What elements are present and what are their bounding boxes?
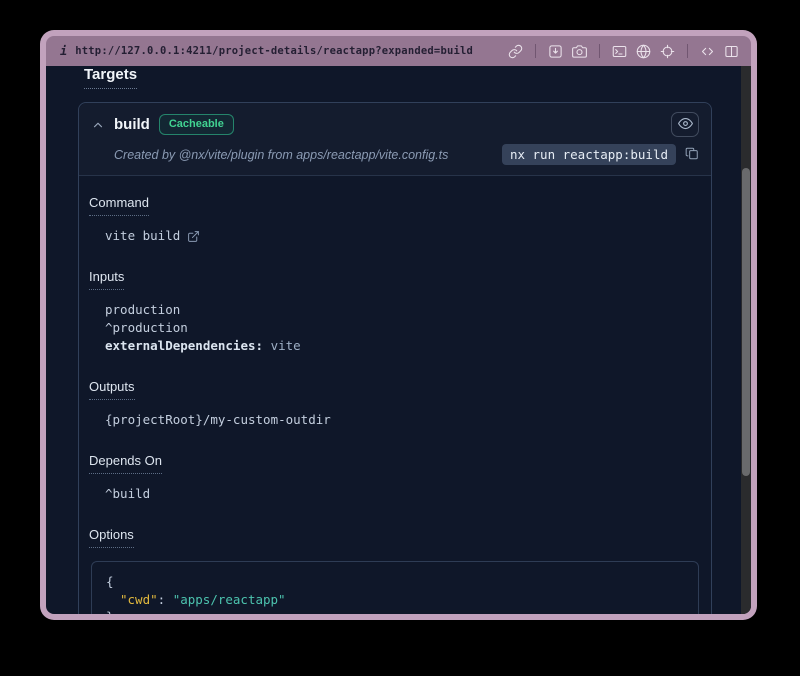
output-item: {projectRoot}/my-custom-outdir [105, 411, 699, 429]
options-code-block: { "cwd": "apps/reactapp" } [91, 561, 699, 614]
save-box-icon[interactable] [548, 44, 563, 59]
code-line: } [106, 608, 684, 614]
inputs-heading: Inputs [89, 269, 124, 290]
browser-topbar: i http://127.0.0.1:4211/project-details/… [46, 36, 751, 66]
target-name: build [114, 116, 150, 133]
topbar-toolbar [508, 44, 739, 59]
command-heading: Command [89, 195, 149, 216]
depends-on-section: Depends On ^build [89, 452, 699, 503]
page-title: Targets [84, 66, 137, 89]
input-item: production [105, 301, 699, 319]
external-link-icon[interactable] [187, 230, 200, 243]
info-icon: i [60, 44, 67, 58]
json-key: "cwd" [120, 592, 158, 607]
copy-command-button[interactable] [685, 146, 699, 164]
link-icon[interactable] [508, 44, 523, 59]
camera-icon[interactable] [572, 44, 587, 59]
cacheable-badge: Cacheable [159, 114, 234, 134]
json-value: "apps/reactapp" [173, 592, 286, 607]
toolbar-divider [687, 44, 688, 58]
command-section: Command vite build [89, 194, 699, 245]
code-icon[interactable] [700, 44, 715, 59]
eye-icon [678, 116, 693, 134]
command-value: vite build [105, 227, 180, 245]
copy-icon [685, 146, 699, 164]
options-section: Options { "cwd": "apps/reactapp" } [89, 526, 699, 614]
inputs-section: Inputs production ^production externalDe… [89, 268, 699, 355]
page-viewport: Targets build Cacheable [46, 66, 751, 614]
outputs-heading: Outputs [89, 379, 135, 400]
globe-icon[interactable] [636, 44, 651, 59]
scrollbar-thumb[interactable] [742, 168, 750, 476]
url-text[interactable]: http://127.0.0.1:4211/project-details/re… [75, 45, 473, 57]
json-separator: : [158, 592, 173, 607]
input-key: externalDependencies: [105, 338, 263, 353]
build-card-header[interactable]: build Cacheable Created by @nx/vite/plug… [79, 103, 711, 176]
input-value: vite [263, 338, 301, 353]
depends-on-item: ^build [105, 485, 699, 503]
created-by-text: Created by @nx/vite/plugin from apps/rea… [114, 148, 448, 162]
terminal-icon[interactable] [612, 44, 627, 59]
project-details-page: Targets build Cacheable [46, 66, 741, 614]
toolbar-divider [599, 44, 600, 58]
chevron-up-icon[interactable] [91, 118, 105, 132]
browser-window: i http://127.0.0.1:4211/project-details/… [40, 30, 757, 620]
toolbar-divider [535, 44, 536, 58]
options-heading: Options [89, 527, 134, 548]
outputs-section: Outputs {projectRoot}/my-custom-outdir [89, 378, 699, 429]
code-line: "cwd": "apps/reactapp" [106, 591, 684, 609]
build-card-body: Command vite build Inputs production [79, 176, 711, 614]
depends-on-heading: Depends On [89, 453, 162, 474]
code-line: { [106, 573, 684, 591]
run-command-chip: nx run reactapp:build [502, 144, 676, 165]
target-card-build: build Cacheable Created by @nx/vite/plug… [78, 102, 712, 614]
input-item: externalDependencies: vite [105, 337, 699, 355]
split-view-icon[interactable] [724, 44, 739, 59]
input-item: ^production [105, 319, 699, 337]
scrollbar-track[interactable] [741, 66, 751, 614]
crosshair-icon[interactable] [660, 44, 675, 59]
view-target-button[interactable] [671, 112, 699, 137]
